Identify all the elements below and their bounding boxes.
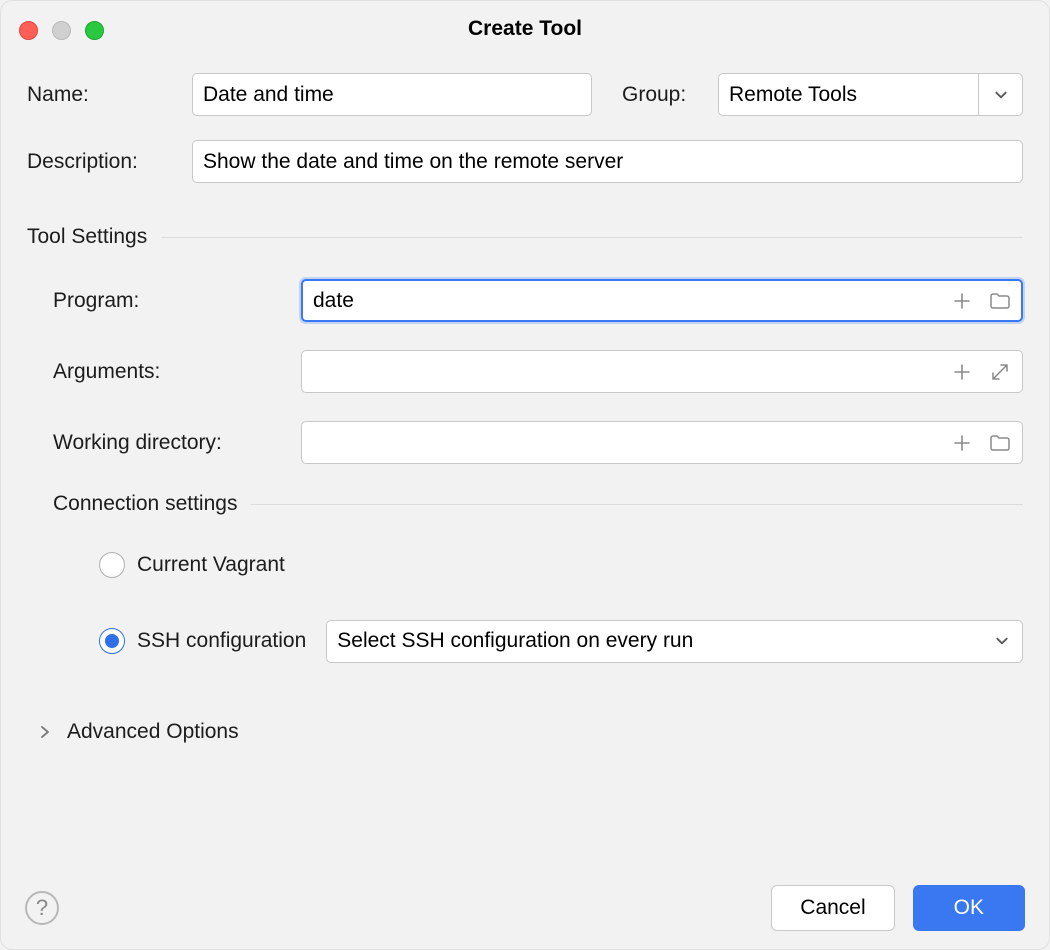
expand-button[interactable]	[985, 357, 1015, 387]
group-label: Group:	[622, 83, 718, 107]
titlebar: Create Tool	[1, 1, 1049, 51]
plus-icon	[951, 432, 973, 454]
working-directory-label: Working directory:	[53, 431, 301, 455]
arguments-label: Arguments:	[53, 360, 301, 384]
advanced-options-label: Advanced Options	[67, 720, 239, 744]
description-label: Description:	[27, 150, 192, 174]
insert-macro-button[interactable]	[947, 357, 977, 387]
dialog-title: Create Tool	[1, 17, 1049, 41]
vagrant-radio-label: Current Vagrant	[137, 553, 285, 577]
program-label: Program:	[53, 289, 301, 313]
working-directory-input-wrapper	[301, 421, 1023, 464]
folder-icon	[988, 289, 1012, 313]
arguments-input-wrapper	[301, 350, 1023, 393]
name-label: Name:	[27, 83, 192, 107]
chevron-down-icon	[982, 621, 1022, 662]
folder-icon	[988, 431, 1012, 455]
connection-settings-heading: Connection settings	[53, 492, 1023, 516]
group-select[interactable]: Remote Tools	[718, 73, 1023, 116]
plus-icon	[951, 290, 973, 312]
advanced-options-toggle[interactable]: Advanced Options	[39, 720, 1023, 744]
ok-button[interactable]: OK	[913, 885, 1025, 931]
ssh-radio[interactable]	[99, 628, 125, 654]
arguments-input[interactable]	[301, 350, 1023, 393]
description-input[interactable]	[192, 140, 1023, 183]
cancel-button[interactable]: Cancel	[771, 885, 894, 931]
dialog-footer: ? Cancel OK	[25, 885, 1025, 931]
insert-macro-button[interactable]	[947, 286, 977, 316]
plus-icon	[951, 361, 973, 383]
create-tool-dialog: Create Tool Name: Group: Remote Tools De…	[0, 0, 1050, 950]
chevron-down-icon	[978, 74, 1022, 115]
program-input-wrapper	[301, 279, 1023, 322]
tool-settings-heading: Tool Settings	[27, 225, 1023, 249]
vagrant-radio[interactable]	[99, 552, 125, 578]
program-input[interactable]	[301, 279, 1023, 322]
ssh-config-select-value: Select SSH configuration on every run	[337, 629, 982, 653]
dialog-content: Name: Group: Remote Tools Description: T…	[1, 51, 1049, 744]
browse-button[interactable]	[985, 428, 1015, 458]
help-button[interactable]: ?	[25, 891, 59, 925]
expand-icon	[989, 361, 1011, 383]
group-select-value: Remote Tools	[729, 83, 978, 107]
name-input[interactable]	[192, 73, 592, 116]
working-directory-input[interactable]	[301, 421, 1023, 464]
browse-button[interactable]	[985, 286, 1015, 316]
ssh-radio-label: SSH configuration	[137, 629, 306, 653]
chevron-right-icon	[39, 725, 67, 739]
insert-macro-button[interactable]	[947, 428, 977, 458]
ssh-config-select[interactable]: Select SSH configuration on every run	[326, 620, 1023, 663]
